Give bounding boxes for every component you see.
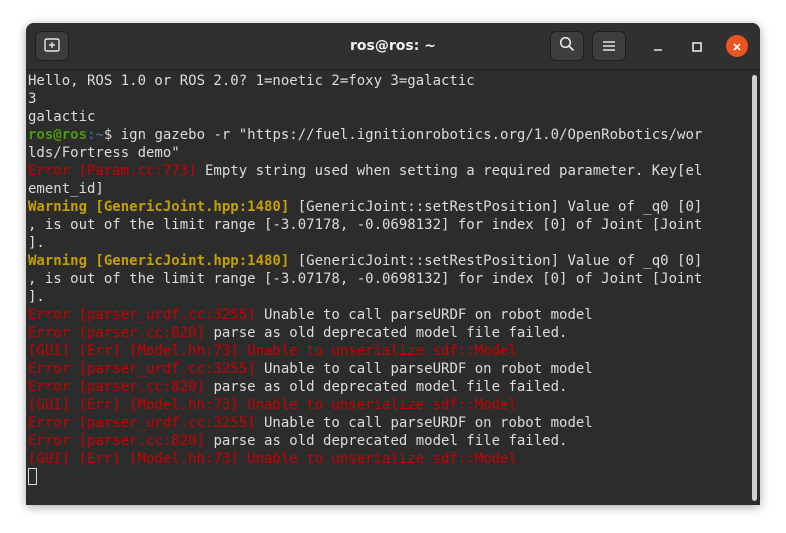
warning-continuation: , is out of the limit range [-3.07178, -… <box>28 217 703 233</box>
prompt-line: ros@ros:~$ ign gazebo -r "https://fuel.i… <box>28 126 750 144</box>
search-icon <box>559 36 575 56</box>
warning-tag: Warning [GenericJoint.hpp:1480] <box>28 253 290 269</box>
error-message: Unable to call parseURDF on robot model <box>255 415 593 431</box>
warning-tag: Warning [GenericJoint.hpp:1480] <box>28 199 290 215</box>
error-continuation: ement_id] <box>28 181 104 197</box>
maximize-button[interactable] <box>686 35 708 57</box>
command-continuation: lds/Fortress demo" <box>28 145 180 161</box>
close-icon <box>732 37 742 56</box>
error-line: Error [parser_urdf.cc:3255] Unable to ca… <box>28 360 750 378</box>
warning-line: Warning [GenericJoint.hpp:1480] [Generic… <box>28 252 750 270</box>
gui-error-line: [GUI] [Err] [Model.hh:73] Unable to unse… <box>28 397 517 413</box>
new-tab-button[interactable] <box>35 31 69 61</box>
command-text: ign gazebo -r "https://fuel.ignitionrobo… <box>120 127 703 143</box>
close-button[interactable] <box>726 35 748 57</box>
error-tag: Error [parser.cc:820] <box>28 379 206 395</box>
search-button[interactable] <box>550 31 584 61</box>
error-line: Error [parser_urdf.cc:3255] Unable to ca… <box>28 306 750 324</box>
error-message: Unable to call parseURDF on robot model <box>255 361 593 377</box>
error-tag: Error [parser.cc:820] <box>28 433 206 449</box>
error-tag: Error [parser.cc:820] <box>28 325 206 341</box>
error-line: Error [parser.cc:820] parse as old depre… <box>28 432 750 450</box>
scrollbar[interactable] <box>752 75 757 501</box>
maximize-icon <box>692 37 702 56</box>
warning-message: [GenericJoint::setRestPosition] Value of… <box>289 253 703 269</box>
output-line: galactic <box>28 109 96 125</box>
warning-line: Warning [GenericJoint.hpp:1480] [Generic… <box>28 198 750 216</box>
menu-button[interactable] <box>592 31 626 61</box>
terminal-output[interactable]: Hello, ROS 1.0 or ROS 2.0? 1=noetic 2=fo… <box>26 70 750 505</box>
new-tab-icon <box>44 37 60 56</box>
warning-message: [GenericJoint::setRestPosition] Value of… <box>289 199 703 215</box>
terminal-window: ros@ros: ~ Hello, ROS 1.0 or ROS 2.0? 1=… <box>26 23 760 505</box>
error-line: Error [Param.cc:773] Empty string used w… <box>28 162 750 180</box>
cursor-line <box>28 468 750 486</box>
error-message: parse as old deprecated model file faile… <box>205 325 568 341</box>
error-tag: Error [Param.cc:773] <box>28 163 197 179</box>
gui-error-line: [GUI] [Err] [Model.hh:73] Unable to unse… <box>28 451 517 467</box>
warning-continuation: ]. <box>28 289 45 305</box>
hamburger-menu-icon <box>602 37 616 56</box>
output-line: Hello, ROS 1.0 or ROS 2.0? 1=noetic 2=fo… <box>28 73 475 89</box>
title-bar: ros@ros: ~ <box>26 23 760 70</box>
warning-continuation: ]. <box>28 235 45 251</box>
error-message: Empty string used when setting a require… <box>196 163 703 179</box>
error-tag: Error [parser_urdf.cc:3255] <box>28 361 256 377</box>
text-cursor <box>28 468 37 485</box>
minimize-button[interactable] <box>647 35 669 57</box>
minimize-icon <box>653 37 663 56</box>
gui-error-line: [GUI] [Err] [Model.hh:73] Unable to unse… <box>28 343 517 359</box>
error-message: Unable to call parseURDF on robot model <box>255 307 593 323</box>
error-line: Error [parser_urdf.cc:3255] Unable to ca… <box>28 414 750 432</box>
error-tag: Error [parser_urdf.cc:3255] <box>28 307 256 323</box>
error-line: Error [parser.cc:820] parse as old depre… <box>28 324 750 342</box>
prompt-path: :~ <box>87 127 104 143</box>
warning-continuation: , is out of the limit range [-3.07178, -… <box>28 271 703 287</box>
error-tag: Error [parser_urdf.cc:3255] <box>28 415 256 431</box>
output-line: 3 <box>28 91 37 107</box>
error-message: parse as old deprecated model file faile… <box>205 379 568 395</box>
error-message: parse as old deprecated model file faile… <box>205 433 568 449</box>
error-line: Error [parser.cc:820] parse as old depre… <box>28 378 750 396</box>
prompt-user: ros@ros <box>28 127 88 143</box>
prompt-symbol: $ <box>103 127 121 143</box>
